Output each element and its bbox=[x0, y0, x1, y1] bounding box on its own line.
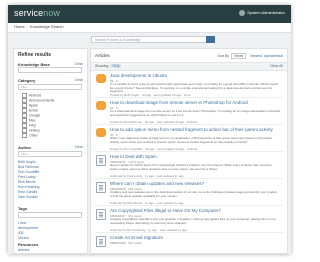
question-icon bbox=[96, 74, 106, 83]
sidebar-title: Refine results bbox=[18, 52, 52, 58]
top-navigation-bar: servicenow System Administrator bbox=[8, 5, 291, 23]
tag-item[interactable]: IDE bbox=[18, 231, 24, 235]
result-title-link[interactable]: Create An Email Signature bbox=[110, 235, 163, 240]
article-icon bbox=[96, 155, 106, 166]
result-title-link[interactable]: Are Copyrighted Files Illegal to Have On… bbox=[110, 208, 221, 213]
result-footer: Authored by Fred Luddy · 1y ago · Last u… bbox=[110, 174, 184, 178]
refine-sidebar: Refine results Knowledge Base Clear Cate… bbox=[13, 48, 88, 254]
resources-label: Resources bbox=[18, 242, 39, 247]
result-item: Java development in Ubuntu 69 · 0 I'm a … bbox=[95, 71, 283, 98]
user-menu[interactable]: System Administrator bbox=[239, 10, 285, 16]
sort-newest-link[interactable]: Newest bbox=[250, 54, 262, 58]
kb-clear-link[interactable]: Clear bbox=[75, 62, 83, 66]
result-footer: Authored by Rick Berzle · 1y ago · Last … bbox=[110, 201, 184, 205]
tag-item[interactable]: Ubuntu bbox=[18, 236, 29, 240]
app-window: servicenow System Administrator Home › Kno… bbox=[8, 5, 291, 254]
category-item[interactable]: Other bbox=[22, 133, 38, 138]
breadcrumb: Home › Knowledge Search bbox=[8, 23, 291, 33]
result-meta: KB0000006 · 512 views bbox=[110, 241, 142, 245]
breadcrumb-separator: › bbox=[26, 24, 29, 29]
result-item: How to download image from remote server… bbox=[95, 98, 283, 125]
author-label: Author bbox=[18, 145, 32, 150]
checkbox[interactable] bbox=[22, 133, 27, 138]
avatar bbox=[239, 10, 246, 16]
search-input[interactable]: Search Forums & Knowledge bbox=[91, 36, 209, 43]
category-filter-input[interactable]: Filter bbox=[18, 84, 82, 90]
result-title-link[interactable]: Where can I obtain updates and new relea… bbox=[110, 181, 204, 186]
tag-item[interactable]: Linux bbox=[18, 221, 26, 225]
breadcrumb-home-link[interactable]: Home bbox=[14, 24, 25, 29]
result-title-link[interactable]: Java development in Ubuntu bbox=[110, 73, 167, 78]
result-item: Create An Email Signature KB0000006 · 51… bbox=[95, 233, 283, 254]
question-icon bbox=[96, 101, 106, 110]
article-icon bbox=[96, 236, 106, 247]
sort-alphabetical-link[interactable]: Alphabetical bbox=[264, 54, 283, 58]
author-clear-link[interactable]: Clear bbox=[75, 145, 83, 149]
author-item[interactable]: Don Goodliffe bbox=[18, 170, 39, 174]
article-icon bbox=[96, 209, 106, 220]
sort-controls: Sort By Views Newest Alphabetical bbox=[217, 53, 283, 59]
author-item[interactable]: Ravi Gandhi bbox=[18, 190, 37, 194]
result-title-link[interactable]: How to add option menu from nested fragm… bbox=[110, 127, 273, 132]
result-footer: Posted by Beth Anglin · 3d ago · Last up… bbox=[110, 93, 192, 97]
resource-item[interactable]: Articles bbox=[18, 248, 29, 252]
search-row: Search Forums & Knowledge bbox=[8, 33, 291, 48]
author-item[interactable]: Ron Kettering bbox=[18, 185, 39, 189]
category-label: Category bbox=[18, 78, 36, 83]
author-item[interactable]: Fred Luddy bbox=[18, 175, 36, 179]
author-item[interactable]: Sam Sorokin bbox=[18, 195, 38, 199]
result-item: Are Copyrighted Files Illegal to Have On… bbox=[95, 206, 283, 233]
clear-all-link[interactable]: Clear All bbox=[270, 64, 283, 68]
result-title-link[interactable]: How to download image from remote server… bbox=[110, 100, 248, 105]
author-item[interactable]: Bud Richman bbox=[18, 165, 39, 169]
filter-chip[interactable]: FAQ bbox=[110, 64, 122, 68]
tag-item[interactable]: development bbox=[18, 226, 38, 230]
active-filters-bar: Showing FAQ Clear All bbox=[91, 62, 287, 71]
result-footer: Posted by Bud Richman · 3d ago · Last up… bbox=[110, 120, 197, 124]
kb-select[interactable] bbox=[18, 67, 82, 73]
results-heading: Articles bbox=[95, 53, 110, 58]
brand-logo[interactable]: servicenow bbox=[14, 8, 60, 18]
result-item: Where can I obtain updates and new relea… bbox=[95, 179, 283, 206]
tags-filter-input[interactable] bbox=[18, 212, 82, 218]
search-button[interactable] bbox=[206, 36, 215, 48]
question-icon bbox=[96, 128, 106, 137]
result-item: How to Deal with Spam KB0000011 · 1,024 … bbox=[95, 152, 283, 179]
author-item[interactable]: Rick Berzle bbox=[18, 180, 36, 184]
category-clear-link[interactable]: Clear bbox=[75, 78, 83, 82]
breadcrumb-current: Knowledge Search bbox=[30, 24, 64, 29]
result-footer: Authored by Ron Kettering · 1y ago · Las… bbox=[110, 228, 187, 232]
author-filter-input[interactable]: Filter bbox=[18, 151, 82, 157]
results-panel: Articles Sort By Views Newest Alphabetical … bbox=[90, 48, 288, 254]
result-footer: Posted by Don Goodliffe · 4d ago · Last … bbox=[110, 147, 198, 151]
result-title-link[interactable]: How to Deal with Spam bbox=[110, 154, 157, 159]
article-icon bbox=[96, 182, 106, 193]
author-item[interactable]: Beth Anglin bbox=[18, 160, 36, 164]
result-item: How to add option menu from nested fragm… bbox=[95, 125, 283, 152]
sort-select[interactable]: Views bbox=[230, 53, 247, 59]
tags-label: Tags bbox=[18, 206, 28, 211]
